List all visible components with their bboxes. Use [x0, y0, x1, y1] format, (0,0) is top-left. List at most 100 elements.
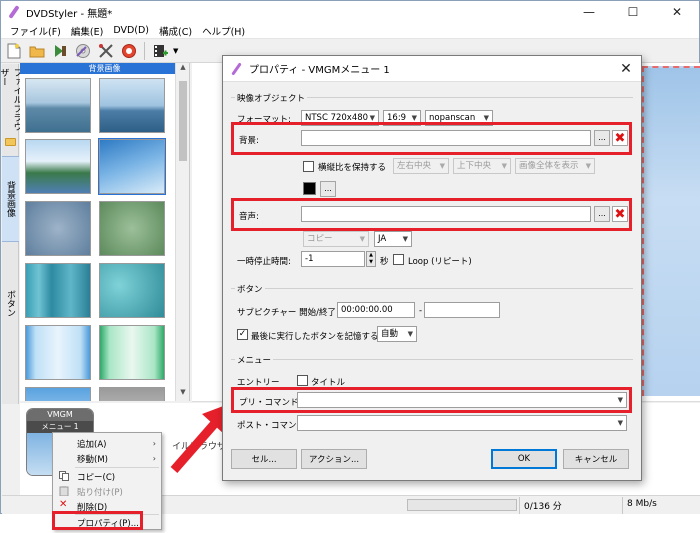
pause-time-field[interactable]: -1	[301, 251, 365, 267]
loop-checkbox[interactable]	[393, 254, 404, 265]
side-tab-strip: ファイルブラウザー 背景画像 ボタン	[0, 64, 22, 404]
post-command-field[interactable]: ▼	[297, 415, 627, 431]
chevron-down-icon: ▼	[501, 162, 507, 170]
cell-button[interactable]: セル...	[231, 449, 297, 469]
background-thumbnail[interactable]	[25, 387, 91, 401]
pause-time-spinner[interactable]: ▲ ▼	[366, 251, 376, 267]
menu-separator	[75, 467, 159, 468]
background-thumbnail[interactable]	[99, 78, 165, 133]
panscan-select[interactable]: nopanscan ▼	[425, 110, 493, 126]
disc-usage-bar	[407, 499, 517, 511]
background-thumbnail[interactable]	[25, 139, 91, 194]
panscan-value: nopanscan	[429, 113, 476, 123]
save-icon[interactable]	[50, 41, 70, 61]
pre-command-field[interactable]: ▼	[297, 392, 627, 408]
context-move[interactable]: 移動(M) ›	[53, 451, 161, 466]
audio-language-value: JA	[378, 234, 387, 244]
audio-file-field[interactable]	[301, 206, 591, 222]
audio-language-select[interactable]: JA ▼	[374, 231, 412, 247]
ok-button[interactable]: OK	[491, 449, 557, 469]
remember-mode-value: 自動	[381, 329, 399, 339]
keep-aspect-checkbox[interactable]	[303, 161, 314, 172]
action-button[interactable]: アクション...	[301, 449, 367, 469]
chevron-right-icon: ›	[152, 454, 156, 463]
horizontal-align-select: 左右中央 ▼	[393, 158, 449, 174]
new-file-icon[interactable]	[4, 41, 24, 61]
chevron-down-icon: ▼	[402, 235, 408, 243]
color-picker-button[interactable]: ...	[320, 181, 336, 197]
context-delete[interactable]: ✕ 削除(D)	[53, 499, 161, 514]
context-properties[interactable]: プロパティ(P)...	[53, 515, 161, 530]
background-thumbnail[interactable]	[99, 387, 165, 401]
context-paste-label: 貼り付け(P)	[77, 487, 123, 498]
delete-x-icon: ✕	[59, 499, 68, 510]
chevron-down-icon: ▼	[585, 162, 591, 170]
background-thumbnail[interactable]	[25, 263, 91, 318]
audio-mode-select: コピー ▼	[303, 231, 369, 247]
chevron-down-icon: ▼	[411, 114, 417, 122]
add-clip-icon[interactable]	[150, 41, 170, 61]
copy-icon	[59, 471, 69, 481]
menu-group-label: メニュー	[235, 354, 274, 366]
title-entry-checkbox[interactable]	[297, 375, 308, 386]
background-thumbnail[interactable]	[99, 325, 165, 380]
background-thumbnail[interactable]	[25, 78, 91, 133]
menu-help[interactable]: ヘルプ(H)	[197, 24, 250, 38]
fit-mode-select: 画像全体を表示 ▼	[515, 158, 595, 174]
thumbnail-scrollbar[interactable]: ▲ ▼	[175, 63, 189, 401]
menu-background-preview	[642, 66, 700, 396]
remember-mode-select[interactable]: 自動 ▼	[377, 326, 417, 342]
close-window-button[interactable]: ✕	[655, 1, 699, 23]
menu-config[interactable]: 構成(C)	[154, 24, 197, 38]
dialog-close-button[interactable]: ✕	[611, 56, 641, 82]
vertical-align-select: 上下中央 ▼	[453, 158, 511, 174]
background-thumbnail[interactable]	[25, 201, 91, 256]
cancel-button[interactable]: キャンセル	[563, 449, 629, 469]
context-add[interactable]: 追加(A) ›	[53, 436, 161, 451]
background-delete-button[interactable]: ✖	[612, 130, 628, 146]
maximize-button[interactable]: ☐	[611, 1, 655, 23]
minimize-button[interactable]: —	[567, 1, 611, 23]
scroll-up-arrow-icon[interactable]: ▲	[176, 63, 190, 75]
background-thumbnail[interactable]	[99, 263, 165, 318]
aspect-value: 16:9	[387, 113, 407, 123]
tab-buttons[interactable]: ボタン	[2, 278, 19, 328]
format-select[interactable]: NTSC 720x480 ▼	[301, 110, 379, 126]
tab-backgrounds[interactable]: 背景画像	[2, 156, 19, 242]
background-thumbnail[interactable]	[99, 201, 165, 256]
subpicture-start-field[interactable]: 00:00:00.00	[337, 302, 415, 318]
menu-file[interactable]: ファイル(F)	[5, 24, 66, 38]
tab-file-browser[interactable]: ファイルブラウザー	[0, 68, 22, 138]
remember-last-button-checkbox[interactable]: ✓	[237, 329, 248, 340]
chevron-down-icon: ▼	[617, 419, 623, 427]
subpicture-end-field[interactable]	[424, 302, 500, 318]
settings-tools-icon[interactable]	[96, 41, 116, 61]
menu-dvd[interactable]: DVD(D)	[108, 25, 154, 36]
paste-icon	[59, 486, 69, 497]
pre-command-label: プリ・コマンド:	[239, 398, 302, 408]
remember-last-button-label: 最後に実行したボタンを記憶する	[251, 332, 379, 342]
background-thumbnail[interactable]	[25, 325, 91, 380]
thumbnail-panel-header: 背景画像	[20, 63, 189, 74]
vertical-align-value: 上下中央	[457, 161, 492, 171]
menu-edit[interactable]: 編集(E)	[66, 24, 108, 38]
context-copy[interactable]: コピー(C)	[53, 469, 161, 484]
aspect-select[interactable]: 16:9 ▼	[383, 110, 421, 126]
background-browse-button[interactable]: ...	[594, 130, 610, 146]
background-file-field[interactable]	[301, 130, 591, 146]
scrollbar-thumb[interactable]	[179, 81, 187, 161]
background-thumbnail-selected[interactable]	[98, 138, 166, 195]
audio-delete-button[interactable]: ✖	[612, 206, 628, 222]
chevron-down-icon[interactable]: ▼	[173, 47, 178, 55]
help-lifebuoy-icon[interactable]	[119, 41, 139, 61]
format-label: フォーマット:	[237, 115, 291, 125]
background-color-swatch[interactable]	[303, 182, 316, 195]
open-folder-icon[interactable]	[27, 41, 47, 61]
burn-disc-icon[interactable]	[73, 41, 93, 61]
context-delete-label: 削除(D)	[77, 502, 108, 513]
properties-dialog: プロパティ - VMGMメニュー 1 ✕ 映像オブジェクト フォーマット: NT…	[222, 55, 642, 481]
bitrate-text: 8 Mb/s	[627, 499, 657, 509]
dvdstyler-app-icon	[230, 62, 244, 76]
loop-label: Loop (リピート)	[408, 257, 472, 267]
audio-browse-button[interactable]: ...	[594, 206, 610, 222]
